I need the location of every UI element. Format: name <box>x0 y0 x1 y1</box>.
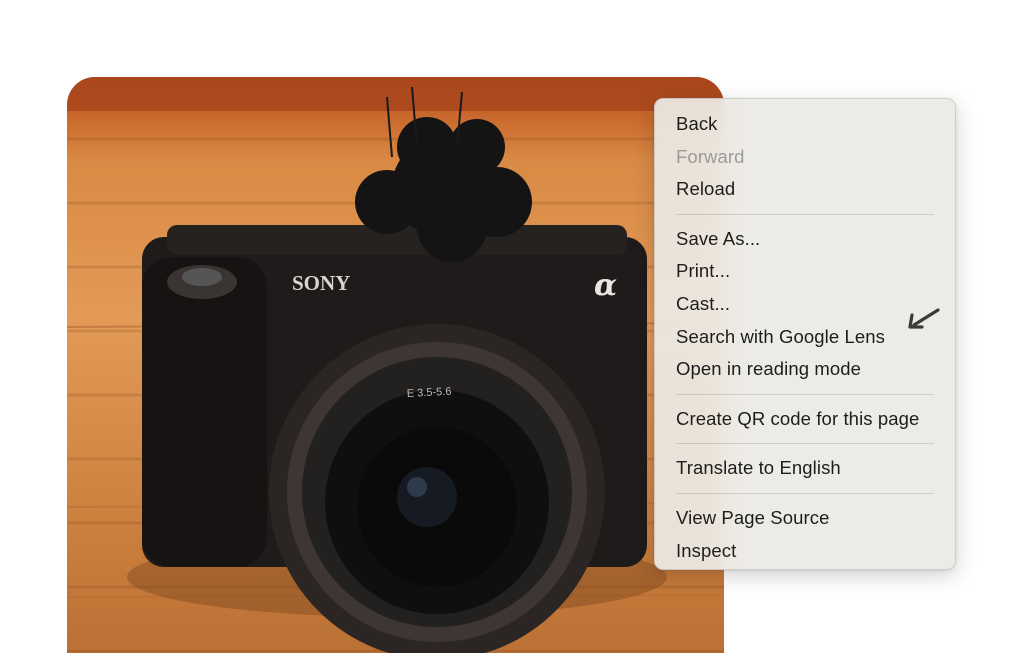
alpha-logo: α <box>594 268 617 303</box>
context-menu: Back Forward Reload Save As... Print... … <box>654 98 956 570</box>
menu-item-forward: Forward <box>676 145 745 167</box>
brand-text: SONY <box>292 271 350 295</box>
camera-photo: SONY α E 3.5-5.6 <box>67 77 724 653</box>
menu-item-inspect[interactable]: Inspect <box>655 535 955 568</box>
svg-text:E 3.5-5.6: E 3.5-5.6 <box>407 386 452 400</box>
menu-item-back[interactable]: Back <box>655 108 955 141</box>
menu-separator <box>676 393 934 395</box>
menu-item-open-in-reading-mode[interactable]: Open in reading mode <box>655 353 955 386</box>
menu-item-create-qr-code[interactable]: Create QR code for this page <box>655 403 955 436</box>
menu-item-view-page-source[interactable]: View Page Source <box>655 502 955 535</box>
camera-illustration: SONY α E 3.5-5.6 <box>67 77 724 653</box>
menu-separator <box>676 492 934 494</box>
arrow-pointer-icon <box>908 308 940 329</box>
page: SONY α E 3.5-5.6 Back Forward Reload Sav… <box>0 0 1024 653</box>
menu-separator <box>676 213 934 215</box>
menu-item-print[interactable]: Print... <box>655 255 955 288</box>
menu-item-translate[interactable]: Translate to English <box>655 452 955 485</box>
menu-separator <box>676 443 934 445</box>
menu-item-reload[interactable]: Reload <box>655 173 955 206</box>
menu-item-save-as[interactable]: Save As... <box>655 223 955 256</box>
